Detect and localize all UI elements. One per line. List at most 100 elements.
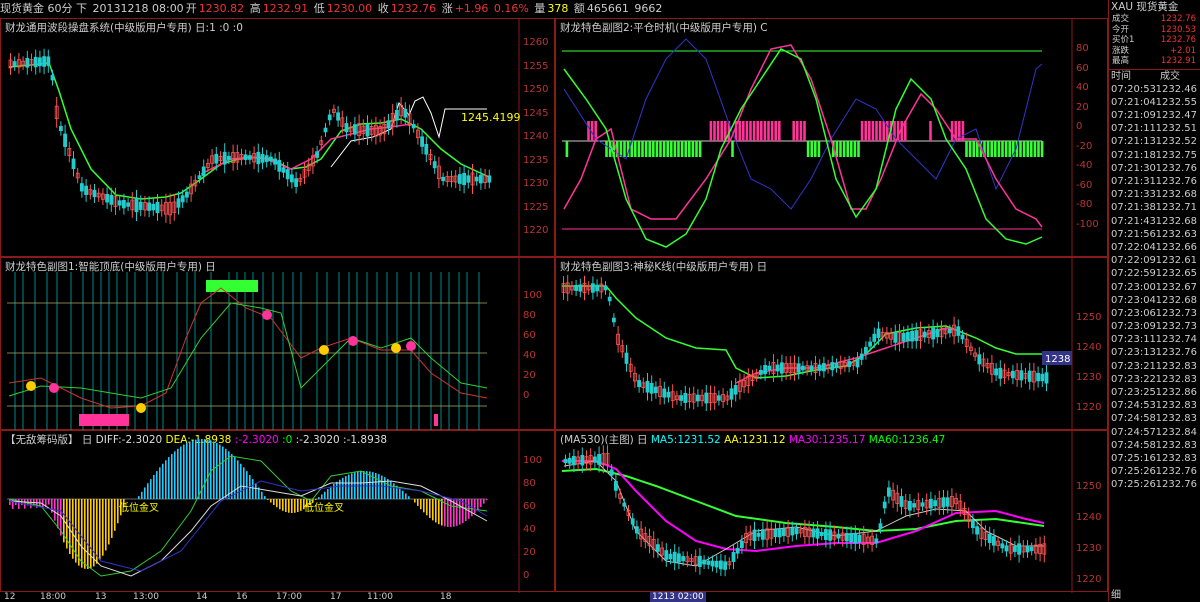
ma-panel[interactable]: (MA530)(主图) 日 MA5:1231.52 AA:1231.12 MA3… — [555, 430, 1108, 593]
axis-tick: 80 — [1076, 43, 1089, 54]
tick-time: 07:25:16 — [1111, 452, 1156, 464]
candle-body — [176, 198, 181, 208]
tick-row: 07:21:56 1232.63 — [1109, 228, 1200, 241]
volume-label: 量 — [534, 2, 546, 15]
tick-price: 1232.83 — [1155, 439, 1197, 451]
histogram-bar — [587, 121, 590, 141]
axis-tick: -40 — [1076, 160, 1093, 171]
axis-tick: 1220 — [1076, 574, 1102, 585]
histogram-bar — [1026, 141, 1029, 157]
candle-body — [790, 527, 795, 536]
candle-body — [920, 502, 925, 507]
macd-bar — [204, 439, 206, 499]
macd-bar — [366, 471, 368, 499]
axis-tick: 60 — [523, 330, 536, 341]
tick-price: 1232.66 — [1155, 241, 1197, 253]
macd-bar — [342, 477, 344, 499]
candle-body — [105, 193, 109, 203]
candle-body — [50, 74, 55, 81]
candle-body — [815, 528, 820, 539]
tick-time: 07:22:59 — [1111, 268, 1156, 280]
deal-header: 成交 — [1160, 70, 1180, 82]
tick-row: 07:21:31 1232.76 — [1109, 175, 1200, 188]
main-chart-panel[interactable]: 财龙通用波段操盘系统(中级版用户专用) 日:1 :0 :0 1245.4199 … — [0, 18, 555, 258]
candle-body — [731, 552, 736, 562]
axis-tick: 60 — [1076, 62, 1089, 74]
histogram-bar — [763, 121, 767, 141]
tick-price: 1232.46 — [1155, 83, 1197, 95]
tick-row: 07:21:18 1232.75 — [1109, 149, 1200, 162]
tick-time: 07:23:13 — [1111, 347, 1156, 359]
macd-bar — [429, 499, 431, 518]
macd-bar — [477, 499, 479, 511]
candle-body — [281, 167, 286, 173]
candle-body — [630, 518, 635, 525]
tick-list[interactable]: 07:20:53 1232.46 07:21:04 1232.55 07:21:09 12… — [1109, 83, 1200, 492]
price-label: 1245.4199 — [461, 111, 521, 124]
macd-bar — [165, 460, 167, 499]
candle-body — [760, 529, 765, 540]
histogram-bar — [839, 141, 842, 157]
candle-body — [580, 454, 585, 466]
histogram-bar — [738, 121, 741, 141]
candle-body — [834, 363, 839, 369]
close-value: 1232.76 — [390, 2, 437, 15]
candle-body — [603, 285, 608, 291]
macd-bar — [111, 499, 113, 538]
panel5-axis: 100 80 60 40 20 0 — [523, 449, 542, 587]
candle-body — [25, 57, 30, 68]
axis-tick: 1235 — [523, 154, 549, 166]
candle-body — [1027, 370, 1032, 382]
candle-body — [315, 151, 320, 158]
histogram-bar — [868, 121, 871, 141]
candle-body — [847, 361, 852, 368]
axis-tick: 40 — [1076, 82, 1089, 93]
macd-bar — [195, 439, 197, 499]
chip-panel[interactable]: 【无敌筹码版】 日 DIFF:-2.3020 DEA:-1.8938 :-2.3… — [0, 430, 555, 593]
macd-bar — [99, 499, 101, 561]
candle-body — [624, 352, 629, 364]
tick-time: 07:20:53 — [1111, 83, 1156, 95]
axis-tick: 1250 — [1076, 481, 1102, 492]
axis-tick: 1230 — [523, 178, 549, 189]
macd-bar — [174, 451, 176, 499]
sidebar-bottom[interactable]: 细 — [1111, 586, 1121, 601]
mystery-k-panel[interactable]: 财龙特色副图3:神秘K线(中级版用户专用) 日 1238 1250 1240 1… — [555, 257, 1108, 431]
candle-body — [775, 364, 780, 372]
quote-value: 1232.91 — [1160, 56, 1196, 66]
histogram-bar — [796, 121, 799, 141]
macd-bar — [90, 499, 92, 569]
candle-body — [92, 189, 97, 198]
top-bottom-panel[interactable]: 财龙特色副图1:智能顶底(中级版用户专用) 日 100 80 60 40 20 … — [0, 257, 555, 431]
tick-time: 07:21:38 — [1111, 202, 1156, 214]
axis-tick: 1260 — [523, 37, 549, 48]
exit-timing-panel[interactable]: 财龙特色副图2:平仓时机(中级版用户专用) C 80 60 40 20 0 -2… — [555, 18, 1108, 258]
candle-body — [910, 330, 915, 342]
tick-time: 07:21:11 — [1111, 123, 1156, 135]
axis-tick: 1230 — [1076, 372, 1102, 383]
tick-time: 07:25:26 — [1111, 479, 1156, 491]
candle-body — [758, 369, 763, 375]
candle-body — [243, 154, 248, 160]
candle-body — [38, 57, 42, 67]
candle-body — [1040, 373, 1045, 382]
macd-bar — [84, 499, 86, 569]
tick-row: 07:23:13 1232.76 — [1109, 346, 1200, 359]
quote-list: 成交 1232.76 今开 1230.53 买价1 1232.76 涨跌 +2.01 最高 123… — [1109, 14, 1200, 67]
axis-tick: 1250 — [1076, 312, 1102, 323]
candle-body — [855, 358, 860, 368]
candle-body — [886, 487, 891, 497]
macd-bar — [297, 499, 299, 513]
candle-body — [733, 385, 738, 395]
candle-body — [956, 326, 961, 336]
cross-label-1: 低位金叉 — [119, 501, 159, 514]
axis-tick: 0 — [523, 570, 530, 581]
axis-tick: 1240 — [1076, 512, 1102, 523]
tick-row: 07:21:33 1232.68 — [1109, 188, 1200, 201]
candle-body — [138, 201, 143, 210]
candle-body — [637, 380, 641, 388]
axis-tick: 60 — [523, 501, 536, 512]
histogram-bar — [803, 121, 806, 141]
panel4-axis: 1250 1240 1230 1220 — [1076, 303, 1101, 423]
histogram-bar — [1019, 141, 1022, 157]
